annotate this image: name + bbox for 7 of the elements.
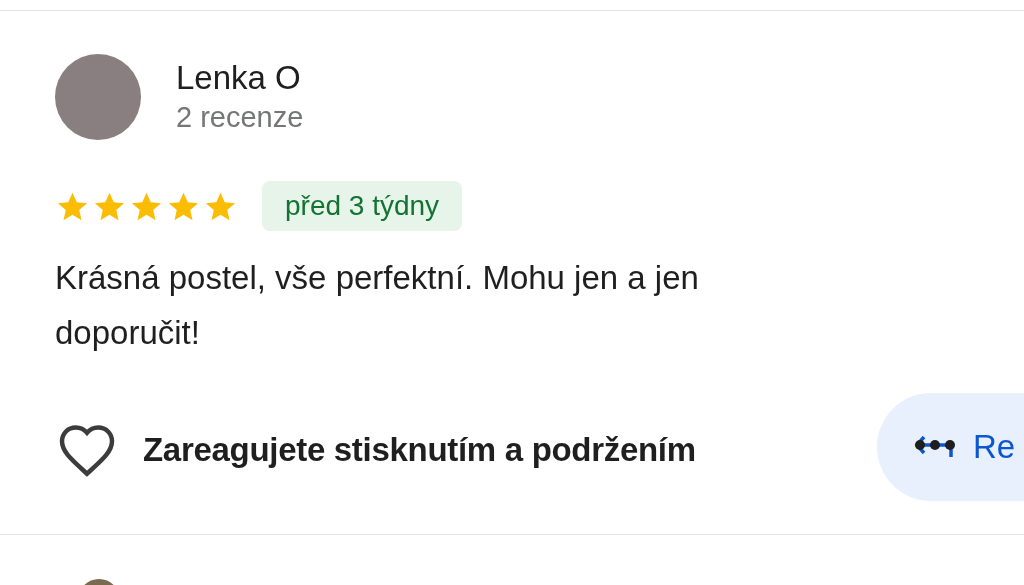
heart-icon[interactable] [57,422,117,478]
time-badge: před 3 týdny [262,181,463,231]
review-text: Krásná postel, vše perfektní. Mohu jen a jen doporučit! [55,258,700,353]
reaction-hint: Zareagujete stisknutím a podržením [143,431,696,469]
reviewer-name[interactable]: Lenka O [176,58,304,98]
review-count: 2 recenze [176,100,304,135]
reply-button[interactable]: Re [877,393,1024,501]
